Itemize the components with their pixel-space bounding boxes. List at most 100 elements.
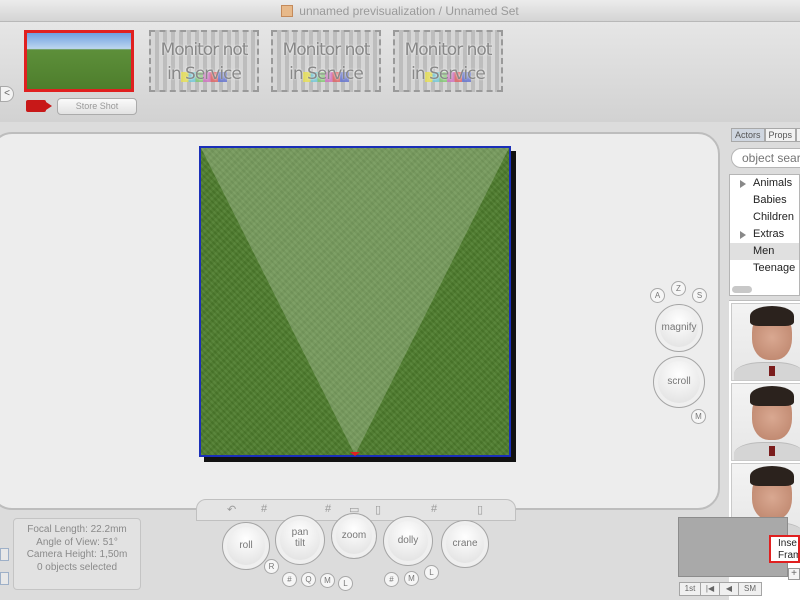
- shot-thumbnail-3[interactable]: Monitor not in Service: [271, 30, 381, 92]
- camera-icon[interactable]: [26, 100, 52, 112]
- frustum-cone: [201, 148, 509, 455]
- category-item-children[interactable]: Children: [730, 209, 799, 226]
- shot-thumbnail-1[interactable]: [24, 30, 134, 92]
- actor-hair: [750, 466, 794, 486]
- angle-of-view-text: Angle of View: 51°: [36, 536, 118, 548]
- scroll-control[interactable]: scroll: [653, 356, 705, 408]
- mouse-icon-1[interactable]: ▯: [375, 503, 381, 516]
- focal-length-text: Focal Length: 22.2mm: [27, 524, 127, 535]
- key-z-button[interactable]: Z: [671, 281, 686, 296]
- placeholder-line-2: in Service: [167, 64, 242, 84]
- actor-thumbnail-2[interactable]: [731, 383, 800, 461]
- actor-thumbnail-1[interactable]: [731, 303, 800, 381]
- key-l-button-1[interactable]: L: [338, 576, 353, 591]
- category-label: Extras: [753, 228, 785, 240]
- category-list: Animals Babies Children Extras Men Teena…: [729, 174, 800, 296]
- roll-control[interactable]: roll: [222, 522, 270, 570]
- placeholder-line-1: Monitor not: [404, 40, 493, 60]
- pan-label: pan: [291, 527, 309, 538]
- actor-tie: [769, 446, 775, 456]
- selection-count-text: 0 objects selected: [36, 561, 118, 573]
- zoom-label: zoom: [341, 530, 367, 541]
- tab-props[interactable]: Props: [764, 128, 797, 142]
- key-s-button[interactable]: S: [692, 288, 707, 303]
- pan-tilt-label: pan tilt: [276, 527, 324, 549]
- key-m-button-3[interactable]: M: [404, 571, 419, 586]
- category-label: Men: [753, 245, 775, 257]
- side-tool-1[interactable]: [0, 548, 9, 561]
- store-shot-button[interactable]: Store Shot: [57, 98, 137, 115]
- placeholder-line-2: in Service: [289, 64, 364, 84]
- camera-info-panel: Focal Length: 22.2mm Angle of View: 51° …: [13, 518, 141, 590]
- bar-hash-2[interactable]: #: [325, 503, 331, 515]
- undo-icon[interactable]: ↶: [227, 503, 236, 516]
- scroll-label: scroll: [667, 376, 691, 387]
- category-label: Babies: [753, 194, 787, 206]
- category-item-teenage[interactable]: Teenage: [730, 260, 799, 277]
- actor-hair: [750, 386, 794, 406]
- zoom-control[interactable]: zoom: [331, 513, 377, 559]
- camera-marker[interactable]: [350, 452, 360, 456]
- placeholder-line-2: in Service: [411, 64, 486, 84]
- key-hash-button-1[interactable]: #: [282, 572, 297, 587]
- actor-tie: [769, 366, 775, 376]
- actor-hair: [750, 306, 794, 326]
- object-search-input[interactable]: [742, 151, 800, 165]
- crane-control[interactable]: crane: [441, 520, 489, 568]
- key-a-button[interactable]: A: [650, 288, 665, 303]
- shot-strip: < Monitor not in Service Monitor not in …: [0, 22, 800, 122]
- inset-add-button[interactable]: +: [788, 568, 800, 580]
- disclosure-triangle-icon[interactable]: [740, 180, 746, 188]
- window-title: unnamed previsualization / Unnamed Set: [299, 4, 519, 18]
- magnify-label: magnify: [661, 322, 697, 333]
- first-frame-button[interactable]: 1st: [679, 582, 701, 596]
- object-search-field[interactable]: [731, 148, 800, 168]
- pan-tilt-control[interactable]: pan tilt: [275, 515, 325, 565]
- inset-label-line-2: Fram: [778, 550, 800, 561]
- category-label: Animals: [753, 177, 793, 189]
- side-tool-2[interactable]: [0, 572, 9, 585]
- sm-button[interactable]: SM: [738, 582, 762, 596]
- inset-frame-label: Inse Fram: [769, 535, 800, 563]
- rewind-button[interactable]: |◀: [700, 582, 720, 596]
- tab-locations[interactable]: L: [796, 128, 800, 142]
- category-item-extras[interactable]: Extras: [730, 226, 799, 243]
- inset-toolbar: 1st |◀ ◀ SM: [679, 582, 762, 596]
- dolly-label: dolly: [397, 535, 419, 546]
- tab-actors[interactable]: Actors: [731, 128, 765, 142]
- tilt-label: tilt: [295, 538, 305, 549]
- camera-viewport[interactable]: [199, 146, 516, 462]
- shot-thumbnail-4[interactable]: Monitor not in Service: [393, 30, 503, 92]
- category-item-men[interactable]: Men: [730, 243, 799, 260]
- actor-shoulders: [734, 362, 800, 380]
- shots-back-button[interactable]: <: [0, 86, 14, 102]
- magnify-control[interactable]: magnify: [655, 304, 703, 352]
- inset-label-line-1: Inse: [778, 538, 797, 549]
- category-scrollbar[interactable]: [732, 286, 752, 293]
- shot-thumbnail-2[interactable]: Monitor not in Service: [149, 30, 259, 92]
- key-m-button-2[interactable]: M: [320, 573, 335, 588]
- key-q-button[interactable]: Q: [301, 572, 316, 587]
- roll-label: roll: [239, 540, 253, 551]
- bar-hash-1[interactable]: #: [261, 503, 267, 515]
- key-m-button[interactable]: M: [691, 409, 706, 424]
- title-bar: unnamed previsualization / Unnamed Set: [0, 0, 800, 22]
- category-item-animals[interactable]: Animals: [730, 175, 799, 192]
- camera-height-text: Camera Height: 1,50m: [26, 549, 128, 560]
- category-label: Children: [753, 211, 794, 223]
- document-icon: [281, 5, 294, 17]
- key-l-button-2[interactable]: L: [424, 565, 439, 580]
- category-item-babies[interactable]: Babies: [730, 192, 799, 209]
- placeholder-line-1: Monitor not: [160, 40, 249, 60]
- key-hash-button-2[interactable]: #: [384, 572, 399, 587]
- dolly-control[interactable]: dolly: [383, 516, 433, 566]
- category-label: Teenage: [753, 262, 796, 274]
- camera-frustum: [201, 148, 509, 456]
- bar-hash-3[interactable]: #: [431, 503, 437, 515]
- crane-label: crane: [452, 538, 478, 549]
- step-back-button[interactable]: ◀: [719, 582, 739, 596]
- actor-shoulders: [734, 442, 800, 460]
- key-r-button[interactable]: R: [264, 559, 279, 574]
- disclosure-triangle-icon[interactable]: [740, 231, 746, 239]
- mouse-icon-2[interactable]: ▯: [477, 503, 483, 516]
